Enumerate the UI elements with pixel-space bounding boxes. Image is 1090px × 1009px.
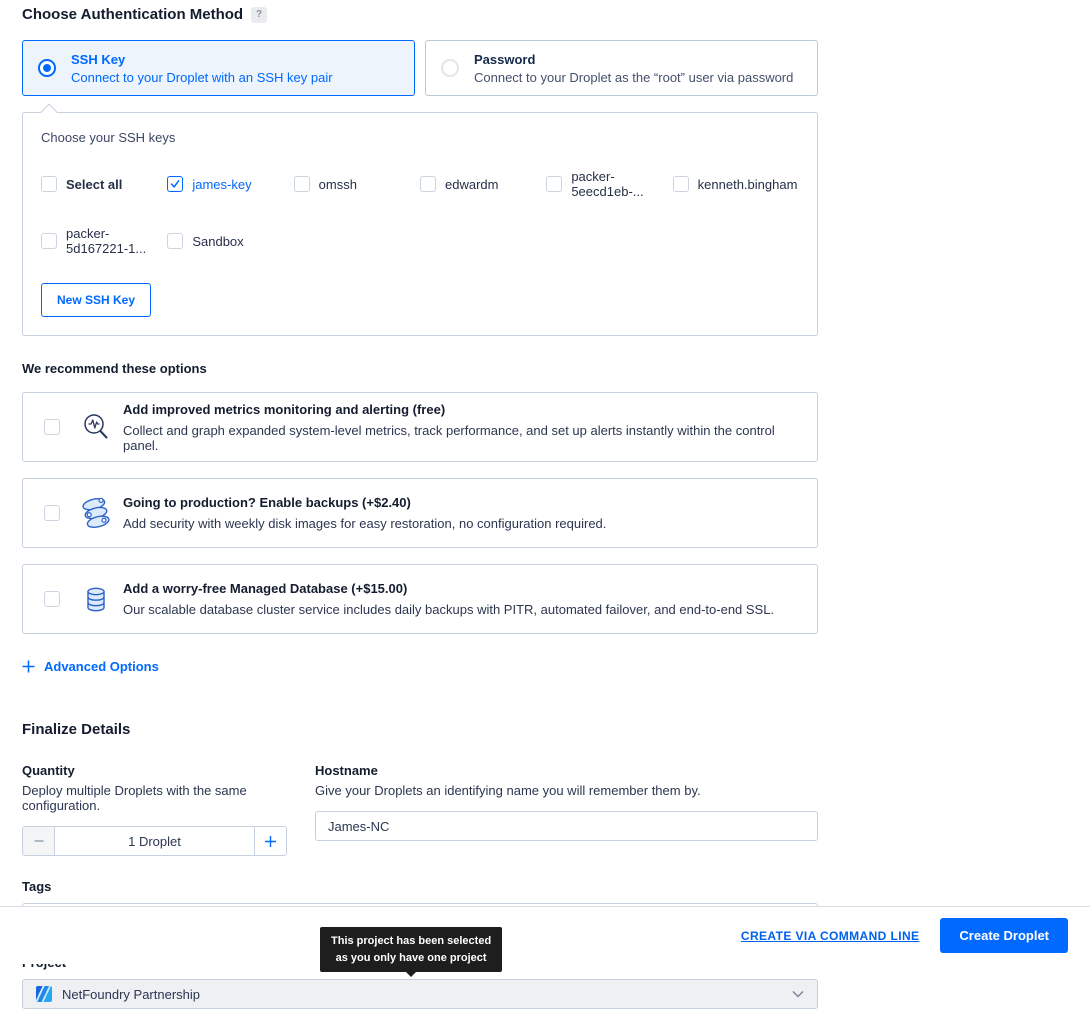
hostname-field-group: Hostname Give your Droplets an identifyi… <box>315 763 818 856</box>
option-description: Add security with weekly disk images for… <box>123 516 606 531</box>
auth-option-title: SSH Key <box>71 52 333 67</box>
auth-option-description: Connect to your Droplet with an SSH key … <box>71 70 333 85</box>
checkbox-icon[interactable] <box>167 233 183 249</box>
create-droplet-button[interactable]: Create Droplet <box>940 918 1068 953</box>
tooltip-text: This project has been selected <box>331 933 491 950</box>
ssh-key-kenneth-bingham[interactable]: kenneth.bingham <box>673 169 799 199</box>
checkbox-icon[interactable] <box>41 176 57 192</box>
managed-database-icon <box>73 587 119 612</box>
ssh-keys-label: Choose your SSH keys <box>41 130 799 145</box>
tags-label: Tags <box>22 879 818 894</box>
auth-section-title: Choose Authentication Method ? <box>22 6 818 23</box>
auth-option-password[interactable]: Password Connect to your Droplet as the … <box>425 40 818 96</box>
checkbox-icon[interactable] <box>546 176 562 192</box>
option-title: Add improved metrics monitoring and aler… <box>123 402 803 417</box>
option-card-managed-database[interactable]: Add a worry-free Managed Database (+$15.… <box>22 564 818 634</box>
hostname-description: Give your Droplets an identifying name y… <box>315 783 818 798</box>
ssh-key-packer-5eecd1eb[interactable]: packer-5eecd1eb-... <box>546 169 672 199</box>
auth-option-title: Password <box>474 52 793 67</box>
hostname-input[interactable] <box>315 811 818 841</box>
checkbox-checked-icon[interactable] <box>167 176 183 192</box>
ssh-key-edwardm[interactable]: edwardm <box>420 169 546 199</box>
option-card-metrics[interactable]: Add improved metrics monitoring and aler… <box>22 392 818 462</box>
ssh-keys-panel: Choose your SSH keys Select all james-ke… <box>22 112 818 336</box>
option-title: Going to production? Enable backups (+$2… <box>123 495 606 510</box>
create-via-command-line-link[interactable]: CREATE VIA COMMAND LINE <box>741 929 920 943</box>
option-description: Our scalable database cluster service in… <box>123 602 774 617</box>
finalize-section-title: Finalize Details <box>22 721 818 738</box>
checkbox-icon[interactable] <box>44 505 60 521</box>
hostname-label: Hostname <box>315 763 818 778</box>
minus-icon <box>33 835 45 847</box>
help-icon[interactable]: ? <box>251 7 267 23</box>
ssh-key-select-all[interactable]: Select all <box>41 169 167 199</box>
metrics-monitoring-icon <box>73 412 119 442</box>
details-row: Quantity Deploy multiple Droplets with t… <box>22 763 818 856</box>
quantity-description: Deploy multiple Droplets with the same c… <box>22 783 287 813</box>
quantity-value: 1 Droplet <box>55 827 254 855</box>
option-title: Add a worry-free Managed Database (+$15.… <box>123 581 774 596</box>
ssh-key-list: Select all james-key omssh edwardm packe… <box>41 169 799 256</box>
checkbox-icon[interactable] <box>44 419 60 435</box>
netfoundry-logo-icon <box>36 986 52 1002</box>
option-card-backups[interactable]: Going to production? Enable backups (+$2… <box>22 478 818 548</box>
project-tooltip: This project has been selected as you on… <box>320 927 502 972</box>
quantity-label: Quantity <box>22 763 287 778</box>
advanced-options-label: Advanced Options <box>44 659 159 674</box>
new-ssh-key-button[interactable]: New SSH Key <box>41 283 151 317</box>
chevron-down-icon <box>792 990 804 998</box>
checkbox-icon[interactable] <box>41 233 57 249</box>
checkbox-icon[interactable] <box>44 591 60 607</box>
backups-icon <box>73 493 119 533</box>
project-select[interactable]: NetFoundry Partnership <box>22 979 818 1009</box>
create-droplet-form: Choose Authentication Method ? SSH Key C… <box>22 0 818 1009</box>
ssh-key-packer-5d167221[interactable]: packer-5d167221-1... <box>41 226 167 256</box>
ssh-key-james-key[interactable]: james-key <box>167 169 293 199</box>
checkbox-icon[interactable] <box>673 176 689 192</box>
checkbox-icon[interactable] <box>420 176 436 192</box>
plus-icon <box>264 835 277 848</box>
auth-option-ssh-key[interactable]: SSH Key Connect to your Droplet with an … <box>22 40 415 96</box>
recommend-section-title: We recommend these options <box>22 361 818 376</box>
plus-icon <box>22 660 35 673</box>
checkbox-icon[interactable] <box>294 176 310 192</box>
quantity-increment-button[interactable] <box>254 827 286 855</box>
ssh-key-sandbox[interactable]: Sandbox <box>167 226 293 256</box>
quantity-decrement-button[interactable] <box>23 827 55 855</box>
ssh-key-omssh[interactable]: omssh <box>294 169 420 199</box>
radio-unselected-icon[interactable] <box>441 59 459 77</box>
quantity-stepper: 1 Droplet <box>22 826 287 856</box>
quantity-field-group: Quantity Deploy multiple Droplets with t… <box>22 763 287 856</box>
auth-option-description: Connect to your Droplet as the “root” us… <box>474 70 793 85</box>
auth-section-title-text: Choose Authentication Method <box>22 6 243 23</box>
option-description: Collect and graph expanded system-level … <box>123 423 803 453</box>
check-icon <box>170 179 180 189</box>
advanced-options-link[interactable]: Advanced Options <box>22 659 159 674</box>
auth-method-options: SSH Key Connect to your Droplet with an … <box>22 40 818 96</box>
project-selected-value: NetFoundry Partnership <box>62 987 200 1002</box>
radio-selected-icon[interactable] <box>38 59 56 77</box>
panel-notch <box>41 104 58 121</box>
footer-bar: CREATE VIA COMMAND LINE Create Droplet <box>0 906 1090 964</box>
